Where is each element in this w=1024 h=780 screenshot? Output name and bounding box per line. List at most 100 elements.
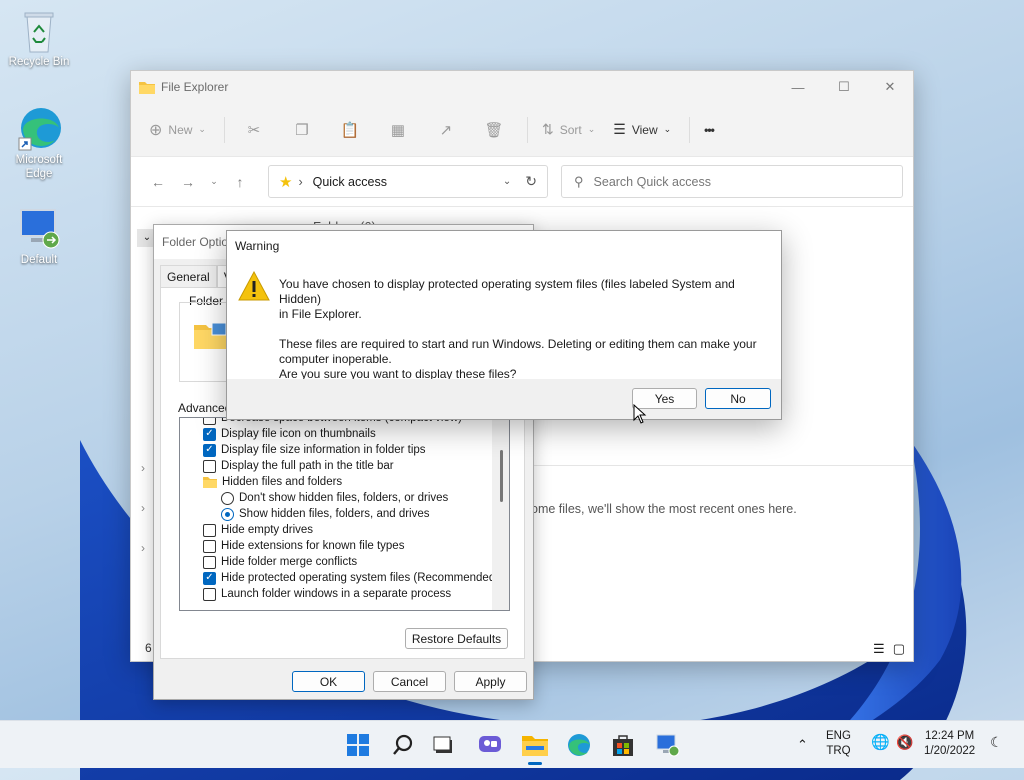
edge-desktop-icon[interactable]: Microsoft Edge <box>4 104 74 182</box>
up-button[interactable]: ↑ <box>225 174 255 190</box>
warning-line-1b: in File Explorer. <box>279 307 362 321</box>
file-explorer-taskbar-button[interactable] <box>521 731 549 759</box>
forward-button[interactable]: → <box>173 174 203 190</box>
cut-button[interactable]: ✂ <box>239 121 269 139</box>
remote-desktop-icon <box>20 209 60 249</box>
scissors-icon: ✂ <box>247 121 261 139</box>
edge-taskbar-button[interactable] <box>565 731 593 759</box>
close-button[interactable]: ✕ <box>867 72 913 102</box>
advanced-settings-list[interactable]: Decrease space between items (compact vi… <box>179 417 510 611</box>
search-box[interactable]: ⚲ Search Quick access <box>561 165 903 198</box>
start-button[interactable] <box>344 731 372 759</box>
nav-expand-chevron-icon[interactable]: › <box>141 541 145 555</box>
checkbox[interactable]: ✓ <box>203 427 216 441</box>
network-icon[interactable]: 🌐 <box>871 735 890 750</box>
advanced-setting-item[interactable]: ✓ Display file size information in folder… <box>203 442 499 458</box>
advanced-setting-item[interactable]: Hide folder merge conflicts <box>203 554 499 570</box>
chat-icon <box>479 736 501 752</box>
advanced-setting-item[interactable]: Show hidden files, folders, and drives <box>203 506 499 522</box>
nav-expand-chevron-icon[interactable]: › <box>141 461 145 475</box>
recycle-bin-desktop-icon[interactable]: Recycle Bin <box>4 8 74 70</box>
recent-locations-button[interactable]: ⌄ <box>203 176 225 187</box>
advanced-setting-item[interactable]: Hide extensions for known file types <box>203 538 499 554</box>
trash-icon: 🗑 <box>484 121 504 139</box>
remote-desktop-taskbar-button[interactable] <box>654 731 682 759</box>
apply-button[interactable]: Apply <box>454 671 527 692</box>
rename-button[interactable]: ▦ <box>383 121 413 139</box>
checkbox[interactable]: ✓ <box>203 443 216 457</box>
delete-button[interactable]: 🗑 <box>479 121 509 139</box>
search-taskbar-button[interactable] <box>389 731 417 759</box>
radio-button[interactable] <box>221 491 234 505</box>
view-label: View <box>631 122 658 137</box>
search-icon: ⚲ <box>574 173 584 189</box>
show-hidden-icons-chevron-icon[interactable]: ⌃ <box>797 737 808 752</box>
checkbox[interactable] <box>203 523 216 537</box>
cancel-button[interactable]: Cancel <box>373 671 446 692</box>
share-button[interactable]: ↗ <box>431 121 461 139</box>
new-button[interactable]: ⊕ New ⌄ <box>149 120 206 140</box>
task-view-button[interactable] <box>430 731 458 759</box>
address-dropdown-icon[interactable]: ⌄ <box>503 176 511 187</box>
warning-title: Warning <box>235 239 280 253</box>
checkbox[interactable]: ✓ <box>203 571 216 585</box>
warning-line-2b: computer inoperable. <box>279 352 392 366</box>
advanced-setting-item[interactable]: Display the full path in the title bar <box>203 458 499 474</box>
refresh-icon[interactable]: ↻ <box>525 173 537 190</box>
advanced-setting-item[interactable]: Hide empty drives <box>203 522 499 538</box>
checkbox[interactable] <box>203 418 216 425</box>
advanced-setting-item[interactable]: ✓ Hide protected operating system files (… <box>203 570 499 586</box>
search-placeholder: Search Quick access <box>593 174 711 189</box>
chevron-down-icon: ⌄ <box>663 124 672 134</box>
no-button[interactable]: No <box>705 388 771 409</box>
tab-general[interactable]: General <box>160 265 217 288</box>
advanced-setting-item[interactable]: ✓ Display file icon on thumbnails <box>203 426 499 442</box>
checkbox[interactable] <box>203 539 216 553</box>
details-view-icon[interactable]: ☰ <box>873 641 885 657</box>
clock[interactable]: 12:24 PM 1/20/2022 <box>924 729 975 759</box>
scrollbar-thumb[interactable] <box>500 450 503 502</box>
recycle-bin-label: Recycle Bin <box>8 56 70 68</box>
star-icon: ★ <box>279 173 293 191</box>
more-options-button[interactable]: ••• <box>704 123 715 137</box>
volume-muted-icon[interactable]: 🔇 <box>896 735 913 750</box>
maximize-button[interactable]: ☐ <box>821 72 867 102</box>
windows-logo-icon <box>347 734 369 756</box>
back-button[interactable]: ← <box>143 174 173 190</box>
default-desktop-icon[interactable]: Default <box>4 204 74 268</box>
view-button[interactable]: ☰ View ⌄ <box>613 121 671 138</box>
language-code: ENG <box>826 730 851 742</box>
sort-label: Sort <box>559 122 582 137</box>
section-divider <box>531 465 913 466</box>
restore-defaults-button[interactable]: Restore Defaults <box>405 628 508 649</box>
input-language-indicator[interactable]: ENG TRQ <box>826 729 851 759</box>
paste-button[interactable]: 📋 <box>335 121 365 139</box>
address-bar[interactable]: ★ › Quick access ⌄ ↻ <box>268 165 548 198</box>
advanced-setting-item[interactable]: Launch folder windows in a separate proc… <box>203 586 499 602</box>
warning-button-bar: Yes No <box>227 379 781 419</box>
active-app-indicator <box>528 762 542 765</box>
radio-button[interactable] <box>221 507 234 521</box>
toolbar-separator <box>526 116 528 143</box>
default-label: Default <box>20 254 58 266</box>
advanced-setting-item[interactable]: Hidden files and folders <box>203 474 499 490</box>
advanced-setting-label: Hide extensions for known file types <box>221 540 405 552</box>
checkbox[interactable] <box>203 459 216 473</box>
toolbar-separator <box>223 116 225 143</box>
advanced-settings-scrollbar[interactable] <box>492 418 509 610</box>
minimize-button[interactable]: — <box>775 72 821 102</box>
large-icons-view-icon[interactable]: ▢ <box>893 641 905 657</box>
edge-icon <box>18 108 61 151</box>
checkbox[interactable] <box>203 587 216 601</box>
copy-button[interactable]: ❐ <box>287 121 317 139</box>
notifications-moon-icon[interactable]: ☾ <box>990 735 1003 750</box>
sort-button[interactable]: ⇅ Sort ⌄ <box>542 121 595 138</box>
explorer-titlebar[interactable]: File Explorer — ☐ ✕ <box>131 71 913 103</box>
recent-files-empty-message: ome files, we'll show the most recent on… <box>531 502 797 516</box>
checkbox[interactable] <box>203 555 216 569</box>
nav-expand-chevron-icon[interactable]: › <box>141 501 145 515</box>
advanced-setting-item[interactable]: Don't show hidden files, folders, or dri… <box>203 490 499 506</box>
ok-button[interactable]: OK <box>292 671 365 692</box>
store-taskbar-button[interactable] <box>609 731 637 759</box>
chat-button[interactable] <box>476 731 504 759</box>
